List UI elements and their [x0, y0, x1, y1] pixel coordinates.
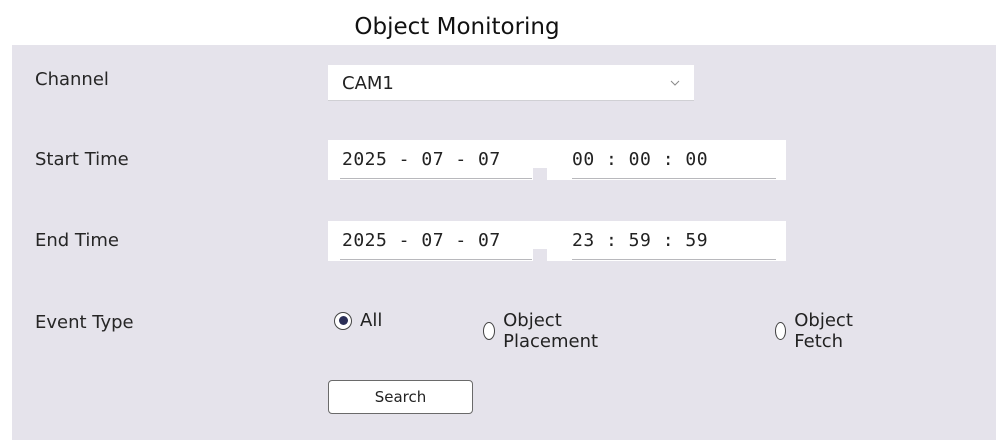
start-date-underline: [340, 178, 532, 179]
event-type-label: Event Type: [35, 312, 134, 333]
page-title: Object Monitoring: [354, 14, 560, 40]
radio-unchecked-icon[interactable]: [483, 322, 496, 340]
search-form-panel: Channel CAM1 Start Time 2025 - 07 - 07 0…: [12, 45, 996, 440]
radio-label: Object Fetch: [794, 310, 853, 352]
radio-unchecked-icon[interactable]: [775, 322, 787, 340]
end-date-input[interactable]: 2025 - 07 - 07: [342, 230, 501, 251]
radio-object-fetch[interactable]: Object Fetch: [775, 310, 860, 352]
start-date-input[interactable]: 2025 - 07 - 07: [342, 149, 501, 170]
radio-label: Object Placement: [503, 310, 599, 352]
chevron-down-icon[interactable]: [670, 78, 680, 88]
field-gap: [533, 168, 547, 180]
start-time-input[interactable]: 00 : 00 : 00: [572, 149, 708, 170]
end-time-label: End Time: [35, 230, 119, 251]
channel-select[interactable]: CAM1: [328, 65, 694, 101]
radio-all[interactable]: All: [334, 310, 382, 331]
end-date-underline: [340, 259, 532, 260]
radio-label: All: [360, 310, 383, 331]
channel-value: CAM1: [342, 73, 394, 94]
radio-dot: [338, 316, 348, 325]
radio-object-placement[interactable]: Object Placement: [483, 310, 604, 352]
end-time-field: 2025 - 07 - 07 23 : 59 : 59: [328, 221, 786, 261]
start-time-underline: [572, 178, 776, 179]
start-time-label: Start Time: [35, 149, 129, 170]
start-time-field: 2025 - 07 - 07 00 : 00 : 00: [328, 140, 786, 180]
search-button[interactable]: Search: [328, 380, 473, 414]
end-time-underline: [572, 259, 776, 260]
channel-label: Channel: [35, 69, 109, 90]
field-gap: [533, 249, 547, 261]
end-time-input[interactable]: 23 : 59 : 59: [572, 230, 708, 251]
radio-checked-icon[interactable]: [334, 311, 352, 330]
